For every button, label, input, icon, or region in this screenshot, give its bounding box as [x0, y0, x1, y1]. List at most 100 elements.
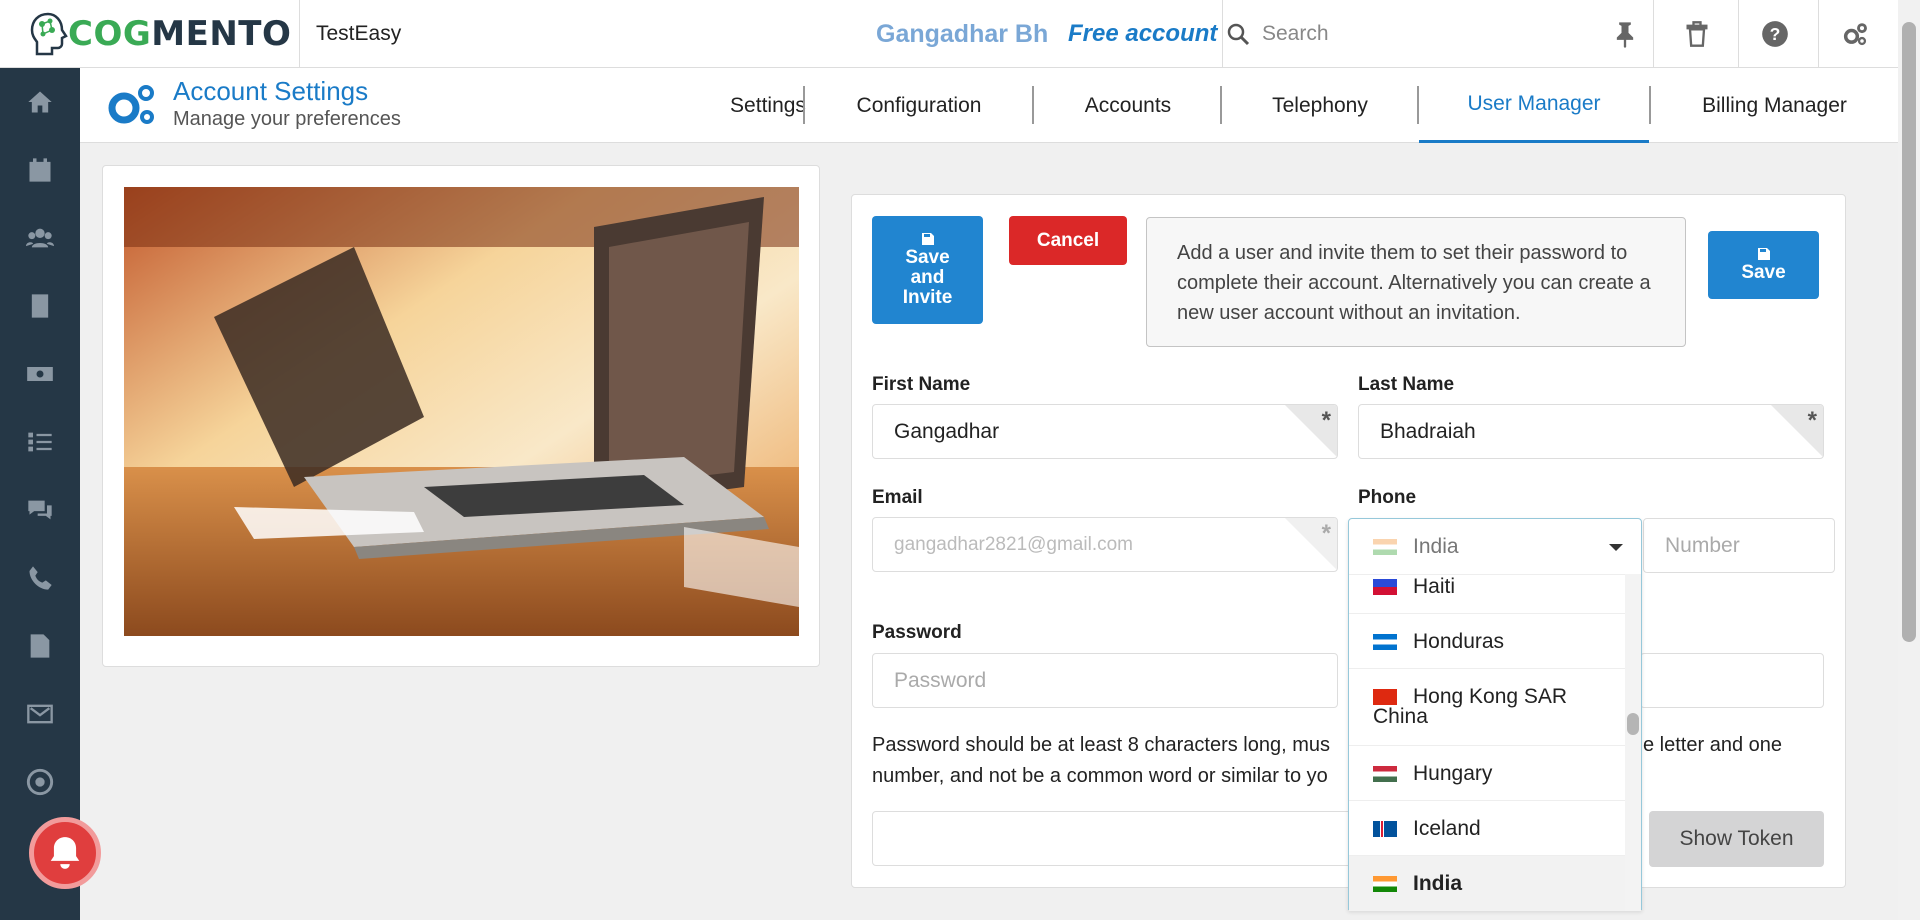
show-token-button[interactable]: Show Token — [1649, 811, 1824, 867]
notifications-button[interactable] — [29, 817, 101, 889]
iceland-flag-icon — [1373, 821, 1397, 838]
tab-configuration[interactable]: Configuration — [805, 68, 1033, 143]
settings-button[interactable] — [1813, 0, 1897, 68]
list-item-hungary[interactable]: Hungary — [1349, 746, 1625, 801]
first-name-label: First Name — [872, 374, 971, 395]
info-message: Add a user and invite them to set their … — [1146, 217, 1686, 347]
user-name[interactable]: Gangadhar Bh — [876, 20, 1048, 49]
contacts-icon — [26, 228, 54, 248]
list-item-honduras[interactable]: Honduras — [1349, 614, 1625, 669]
tab-billing-manager[interactable]: Billing Manager — [1651, 68, 1898, 143]
gears-icon — [1843, 23, 1867, 46]
tab-accounts[interactable]: Accounts — [1034, 68, 1222, 143]
honduras-flag-icon — [1373, 634, 1397, 651]
phone-number-input[interactable]: Number — [1643, 518, 1835, 573]
page-subtitle: Manage your preferences — [173, 108, 401, 130]
list-item-hong-kong[interactable]: Hong Kong SAR China — [1349, 669, 1625, 746]
sidebar-item-calendar[interactable] — [0, 136, 80, 204]
country-name: Hungary — [1413, 762, 1493, 785]
help-icon: ? — [1762, 21, 1788, 47]
dropdown-scroll-thumb[interactable] — [1627, 713, 1639, 735]
password-input[interactable]: Password — [872, 653, 1338, 708]
save-button-label: Save — [1741, 261, 1786, 283]
save-button[interactable]: Save — [1708, 231, 1819, 299]
sidebar-item-contacts[interactable] — [0, 204, 80, 272]
image-card — [102, 165, 820, 667]
required-asterisk-icon: * — [1321, 407, 1331, 434]
logo[interactable]: COGMENTO — [28, 12, 291, 56]
sidebar-item-companies[interactable] — [0, 272, 80, 340]
sidebar-item-campaigns[interactable] — [0, 748, 80, 816]
help-line-1a: Password should be at least 8 characters… — [872, 734, 1331, 756]
password-placeholder: Password — [894, 668, 987, 692]
sidebar-item-tasks[interactable] — [0, 408, 80, 476]
deals-icon — [27, 367, 53, 381]
email-icon — [27, 704, 53, 724]
first-name-input[interactable]: Gangadhar * — [872, 404, 1338, 459]
first-name-value: Gangadhar — [894, 419, 1000, 443]
sidebar-item-home[interactable] — [0, 68, 80, 136]
trash-icon — [1686, 21, 1708, 47]
email-label: Email — [872, 487, 923, 508]
page-scrollbar[interactable] — [1898, 0, 1920, 920]
tab-user-manager[interactable]: User Manager — [1419, 68, 1649, 143]
logo-text-mento: MENTO — [151, 14, 292, 54]
country-name: Hong Kong SAR China — [1373, 685, 1568, 728]
help-line-1b: e letter and one — [1643, 734, 1782, 756]
last-name-input[interactable]: Bhadraiah * — [1358, 404, 1824, 459]
bell-icon — [50, 837, 80, 869]
account-settings-header: Account Settings Manage your preferences… — [80, 68, 1898, 143]
pin-icon — [1616, 22, 1634, 48]
help-line-2: number, and not be a common word or simi… — [872, 765, 1328, 787]
page-scroll-thumb[interactable] — [1902, 22, 1916, 642]
phone-label: Phone — [1358, 487, 1417, 508]
sidebar-item-documents[interactable] — [0, 612, 80, 680]
trash-button[interactable] — [1655, 0, 1739, 68]
save-icon — [1757, 247, 1770, 260]
gears-icon — [108, 85, 154, 124]
svg-text:?: ? — [1770, 24, 1781, 44]
india-flag-icon — [1373, 876, 1397, 893]
sidebar-item-email[interactable] — [0, 680, 80, 748]
help-button[interactable]: ? — [1733, 0, 1817, 68]
save-and-invite-button[interactable]: Save and Invite — [872, 216, 983, 324]
tasks-icon — [28, 432, 52, 452]
account-type-link[interactable]: Free account — [1068, 20, 1217, 48]
divider — [299, 0, 300, 68]
country-select[interactable]: India — [1349, 519, 1641, 574]
logo-text: COGMENTO — [68, 14, 291, 54]
token-input[interactable] — [872, 811, 1352, 866]
sidebar-item-chat[interactable] — [0, 476, 80, 544]
save-and-invite-label-line2: and — [910, 266, 945, 288]
country-name: Iceland — [1413, 817, 1481, 840]
list-item-haiti[interactable]: Haiti — [1349, 575, 1625, 614]
app-name: TestEasy — [316, 22, 402, 45]
documents-icon — [30, 634, 50, 658]
password-label: Password — [872, 622, 962, 643]
tab-telephony[interactable]: Telephony — [1222, 68, 1418, 143]
phone-number-placeholder: Number — [1665, 533, 1740, 557]
confirm-password-input[interactable] — [1640, 653, 1824, 708]
sidebar-item-deals[interactable] — [0, 340, 80, 408]
country-name: Haiti — [1413, 575, 1456, 598]
country-dropdown[interactable]: India Haiti Honduras Hong Kong SAR China… — [1348, 518, 1642, 911]
last-name-label: Last Name — [1358, 374, 1455, 395]
india-flag-icon — [1373, 538, 1397, 555]
home-icon — [28, 91, 52, 113]
email-value: gangadhar2821@gmail.com — [894, 533, 1133, 555]
list-item-india[interactable]: India — [1349, 856, 1625, 911]
sidebar-item-calls[interactable] — [0, 544, 80, 612]
email-field[interactable]: gangadhar2821@gmail.com * — [872, 517, 1338, 572]
haiti-flag-icon — [1373, 579, 1397, 596]
campaigns-icon — [26, 768, 54, 796]
page-title: Account Settings — [173, 76, 369, 106]
search-input[interactable] — [1262, 22, 1562, 46]
top-bar: COGMENTO TestEasy Gangadhar Bh Free acco… — [0, 0, 1920, 68]
sidebar — [0, 68, 80, 920]
save-and-invite-label-line1: Save — [905, 246, 950, 268]
dropdown-scrollbar[interactable] — [1625, 574, 1641, 911]
list-item-iceland[interactable]: Iceland — [1349, 801, 1625, 856]
cancel-button[interactable]: Cancel — [1009, 216, 1127, 265]
divider — [1653, 0, 1654, 68]
country-list: Haiti Honduras Hong Kong SAR China Hunga… — [1349, 574, 1625, 911]
